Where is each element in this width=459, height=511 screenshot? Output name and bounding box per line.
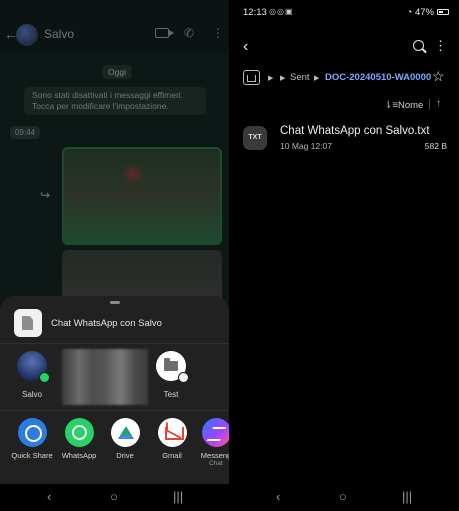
contact-label: Test xyxy=(163,390,179,399)
home-icon[interactable] xyxy=(243,70,260,85)
message-time: 09:44 xyxy=(10,126,41,139)
chat-messages: Oggi Sono stati disattivati i messaggi e… xyxy=(0,52,229,310)
sort-label[interactable]: Nome xyxy=(398,100,423,111)
app-whatsapp[interactable]: WhatsApp xyxy=(53,418,105,460)
txt-file-icon: TXT xyxy=(243,126,267,150)
nav-back-button[interactable]: ‹ xyxy=(47,489,51,505)
divider xyxy=(0,410,229,411)
app-label: Quick Share xyxy=(11,451,53,460)
drive-badge-icon xyxy=(178,372,189,383)
document-icon xyxy=(14,309,42,337)
ephemeral-messages-note[interactable]: Sono stati disattivati i messaggi effime… xyxy=(24,87,206,115)
app-messenger[interactable]: Messeng Chat xyxy=(190,418,229,468)
app-label: Messeng xyxy=(200,451,229,460)
folder-icon xyxy=(156,351,189,383)
favorite-star-icon[interactable]: ☆ xyxy=(432,68,445,85)
divider xyxy=(0,343,229,344)
chat-header: ← Salvo ✆ ⋮ xyxy=(0,18,229,52)
phone-call-icon[interactable]: ✆ xyxy=(184,26,194,40)
search-icon[interactable] xyxy=(413,40,424,51)
media-message[interactable] xyxy=(62,147,222,245)
back-button[interactable]: ‹ xyxy=(243,38,248,56)
nav-back-button[interactable]: ‹ xyxy=(276,489,280,505)
chevron-right-icon: ▶ xyxy=(314,75,320,82)
divider xyxy=(429,99,430,110)
share-document-title: Chat WhatsApp con Salvo xyxy=(51,318,162,329)
navigation-bar: ‹ ○ ||| xyxy=(229,484,459,511)
more-options-icon[interactable]: ⋮ xyxy=(212,26,224,40)
nav-recents-button[interactable]: ||| xyxy=(173,489,183,505)
file-list-item[interactable]: TXT Chat WhatsApp con Salvo.txt 10 Mag 1… xyxy=(239,122,449,156)
back-arrow-icon[interactable]: ← xyxy=(4,26,18,42)
app-drive[interactable]: Drive xyxy=(99,418,151,460)
sheet-handle[interactable] xyxy=(110,301,120,304)
battery-level: 47% xyxy=(414,7,434,18)
nav-home-button[interactable]: ○ xyxy=(339,489,347,505)
app-label: WhatsApp xyxy=(61,451,97,460)
breadcrumb-item-current[interactable]: DOC-20240510-WA0000 xyxy=(325,72,431,83)
chevron-right-icon: ▶ xyxy=(268,75,274,82)
direct-share-salvo[interactable]: Salvo xyxy=(12,351,52,399)
whatsapp-panel: ← Salvo ✆ ⋮ Oggi Sono stati disattivati … xyxy=(0,0,229,511)
direct-share-test[interactable]: Test xyxy=(151,351,191,399)
quick-share-icon xyxy=(17,418,47,447)
messenger-icon xyxy=(201,418,229,447)
day-chip: Oggi xyxy=(102,65,132,79)
chevron-right-icon: ▶ xyxy=(280,75,286,82)
share-sheet: Chat WhatsApp con Salvo Salvo Test Quick… xyxy=(0,296,229,484)
nav-home-button[interactable]: ○ xyxy=(110,489,118,505)
avatar-icon xyxy=(17,351,50,383)
video-call-icon[interactable] xyxy=(155,28,174,38)
breadcrumb-item-sent[interactable]: Sent xyxy=(290,72,310,83)
sort-direction-icon[interactable]: ↑ xyxy=(436,98,441,109)
more-options-icon[interactable]: ⋮ xyxy=(434,38,447,54)
status-time: 12:13 xyxy=(243,7,267,18)
file-size: 582 B xyxy=(424,141,447,151)
wifi-icon: ◔ xyxy=(406,7,413,18)
forward-icon[interactable]: ↪ xyxy=(40,188,50,202)
contact-label: Salvo xyxy=(21,390,42,399)
drive-icon xyxy=(110,418,140,447)
status-battery: ◔ 47% xyxy=(407,7,449,18)
status-notification-icons: ◎◎▣ xyxy=(269,7,294,16)
whatsapp-icon xyxy=(64,418,94,447)
contact-avatar[interactable] xyxy=(16,24,38,46)
gmail-icon xyxy=(157,418,187,447)
sort-icon[interactable]: ⇂≡ xyxy=(384,100,398,111)
battery-icon xyxy=(437,9,449,15)
file-manager-panel: 12:13 ◎◎▣ ◔ 47% ‹ ⋮ ▶ ▶ Sent ▶ DOC-20240… xyxy=(229,0,459,484)
blurred-contacts[interactable] xyxy=(62,349,148,405)
navigation-bar: ‹ ○ ||| xyxy=(0,484,229,511)
nav-recents-button[interactable]: ||| xyxy=(402,489,412,505)
app-sublabel: Chat xyxy=(209,460,223,467)
app-quick-share[interactable]: Quick Share xyxy=(6,418,58,460)
whatsapp-badge-icon xyxy=(39,372,50,383)
app-label: Drive xyxy=(116,451,134,460)
file-date: 10 Mag 12:07 xyxy=(280,141,332,151)
file-name: Chat WhatsApp con Salvo.txt xyxy=(280,125,430,137)
contact-name[interactable]: Salvo xyxy=(44,27,74,41)
